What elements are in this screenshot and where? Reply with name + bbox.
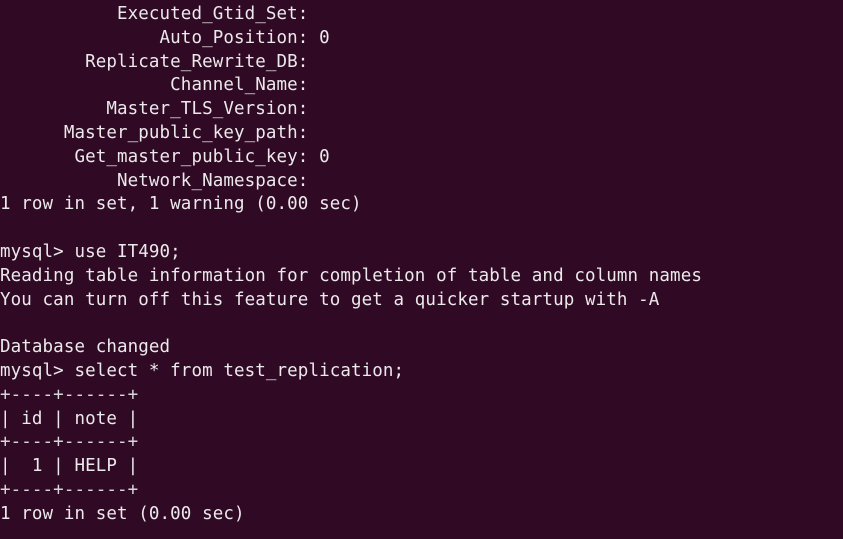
output-row-count-warning: 1 row in set, 1 warning (0.00 sec) — [0, 194, 362, 215]
result-table-border-middle: +----+------+ — [0, 432, 139, 453]
output-turn-off-feature: You can turn off this feature to get a q… — [0, 289, 660, 310]
output-reading-table-info: Reading table information for completion… — [0, 265, 702, 286]
output-executed-gtid-set: Executed_Gtid_Set: — [0, 4, 309, 24]
result-table-header: | id | note | — [0, 408, 139, 429]
terminal-window[interactable]: Executed_Gtid_Set: Auto_Position: 0 Repl… — [0, 0, 843, 539]
result-table-border-bottom: +----+------+ — [0, 479, 139, 500]
output-network-namespace: Network_Namespace: — [0, 170, 309, 191]
output-database-changed: Database changed — [0, 337, 171, 358]
output-auto-position: Auto_Position: 0 — [0, 27, 330, 48]
command-select-query: mysql> select * from test_replication; — [0, 360, 405, 381]
output-replicate-rewrite-db: Replicate_Rewrite_DB: — [0, 51, 309, 72]
result-table-row: | 1 | HELP | — [0, 456, 139, 477]
output-get-master-public-key: Get_master_public_key: 0 — [0, 146, 330, 167]
output-row-count: 1 row in set (0.00 sec) — [0, 503, 245, 524]
output-master-tls-version: Master_TLS_Version: — [0, 99, 309, 120]
command-use-database: mysql> use IT490; — [0, 241, 181, 262]
output-master-public-key-path: Master_public_key_path: — [0, 122, 309, 143]
output-channel-name: Channel_Name: — [0, 75, 309, 96]
result-table-border-top: +----+------+ — [0, 384, 139, 405]
